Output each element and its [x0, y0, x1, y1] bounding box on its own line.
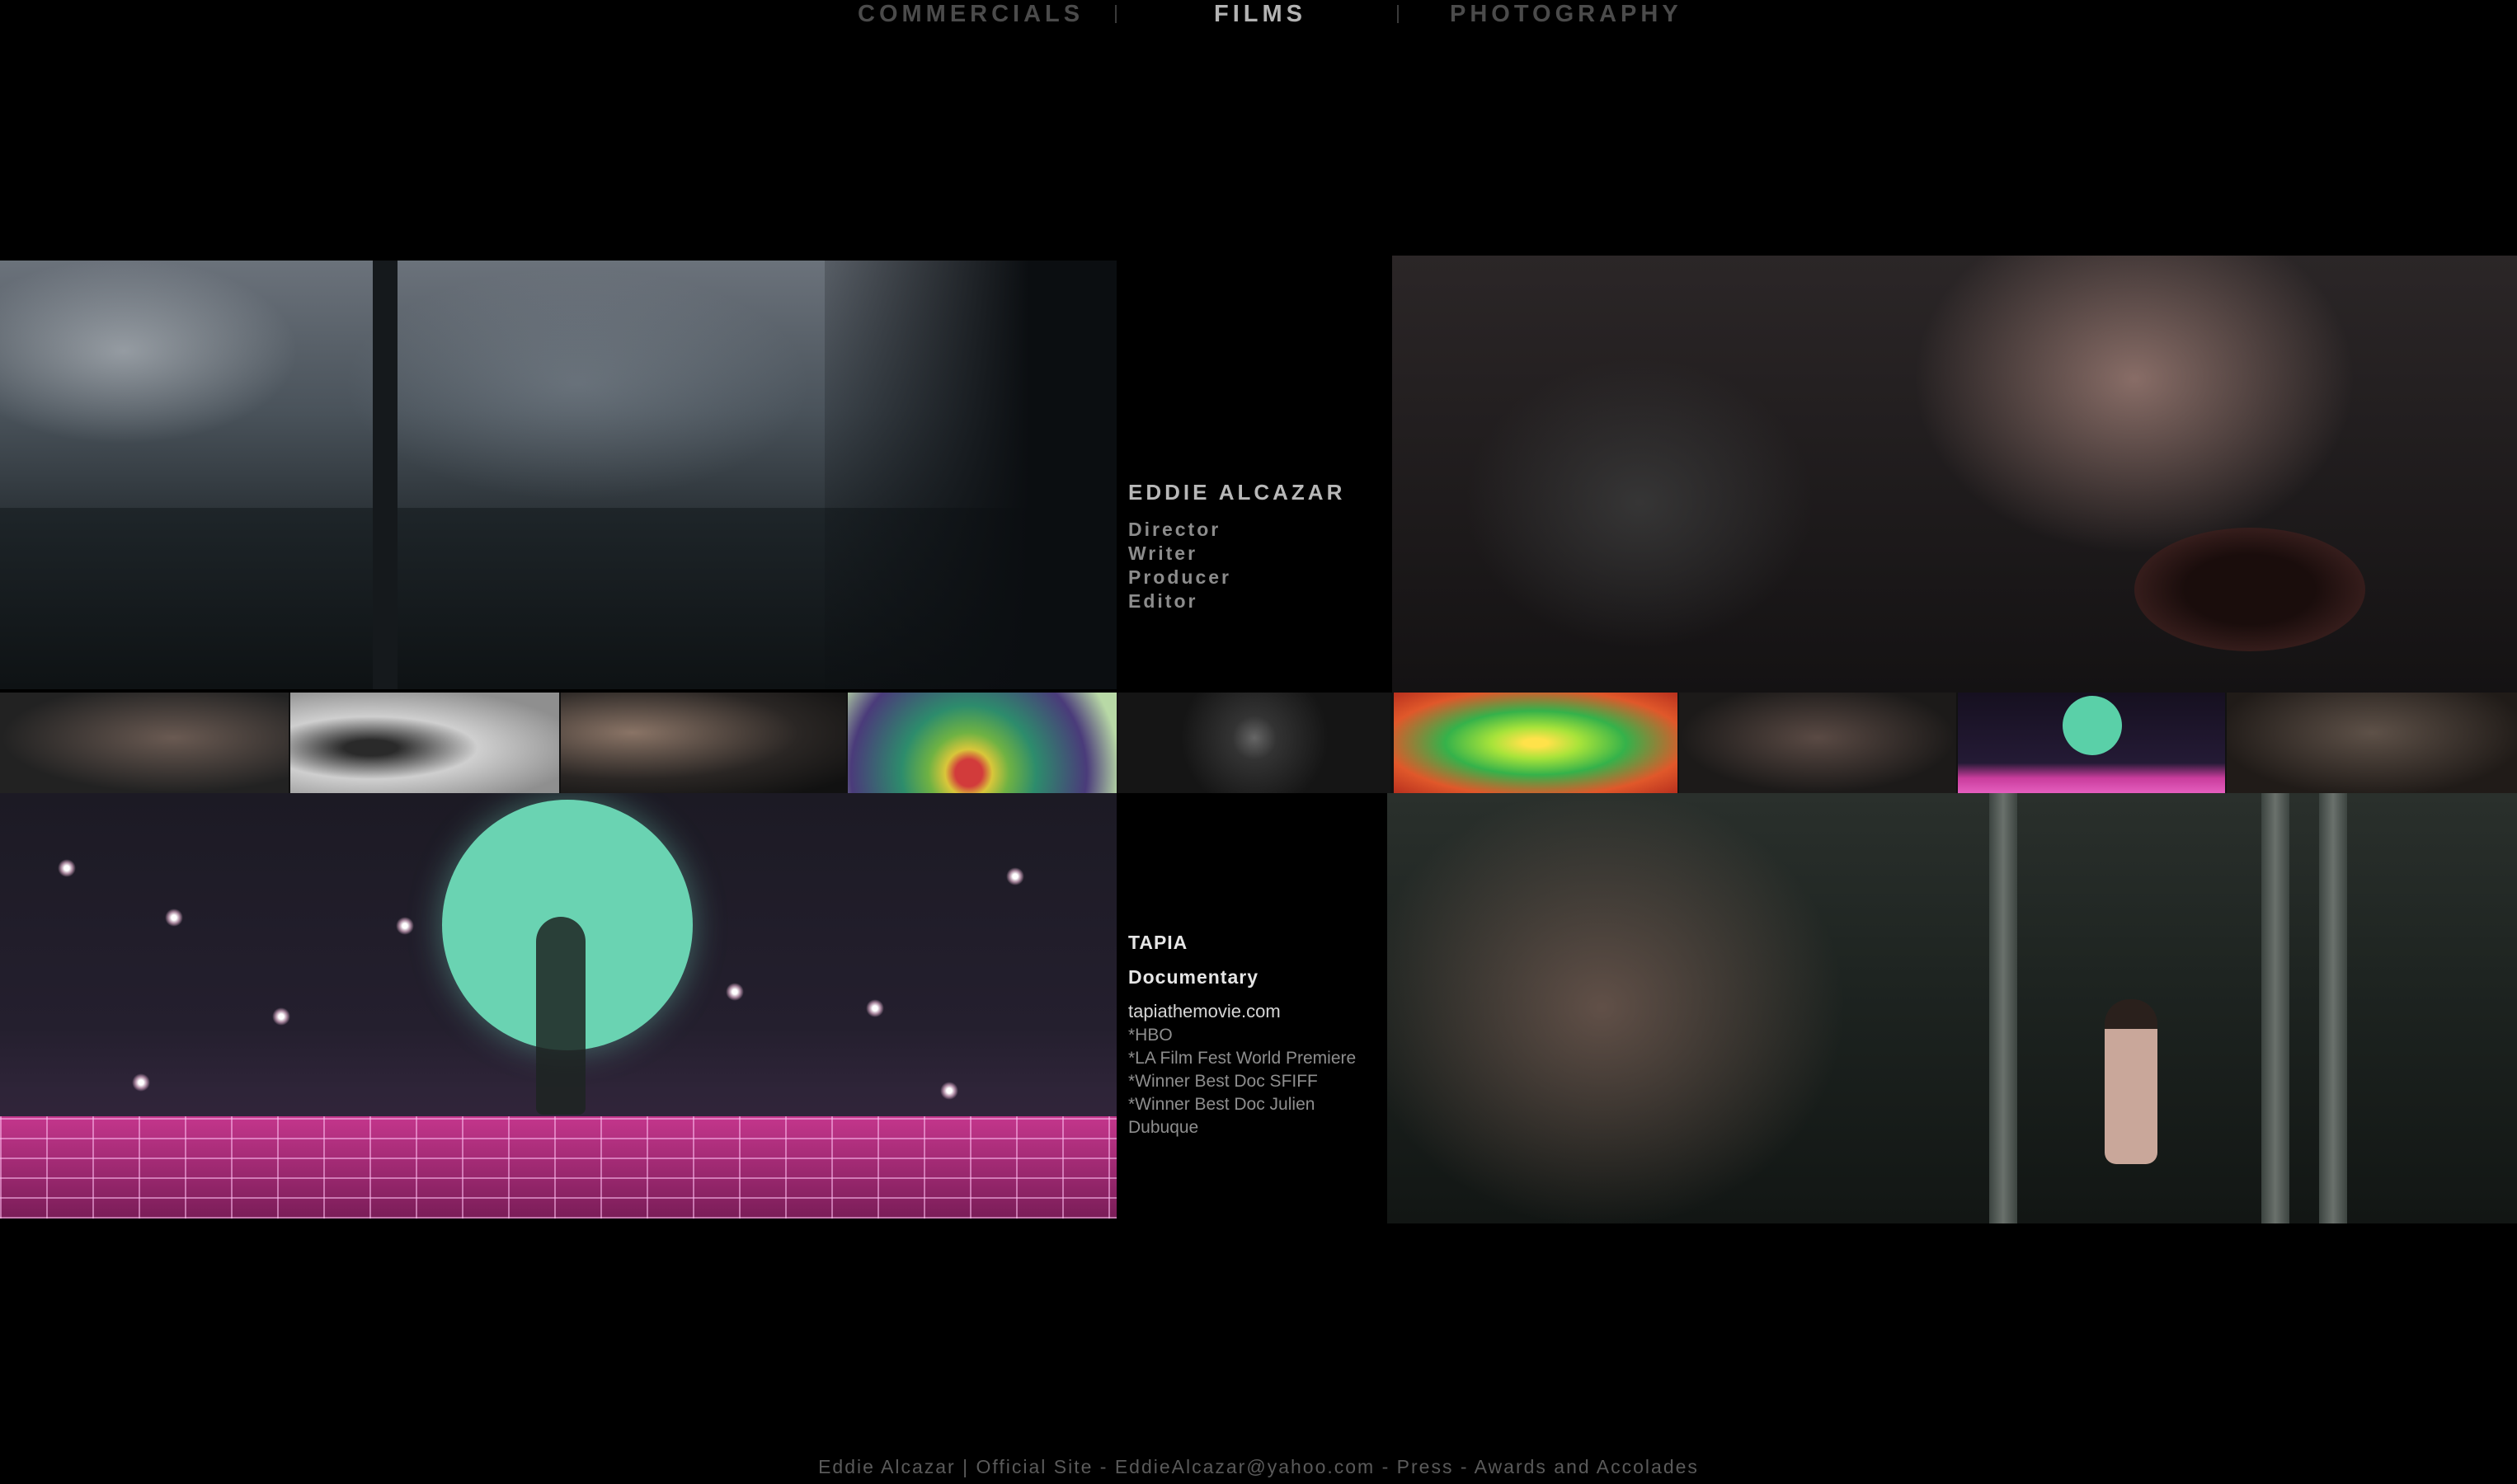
role-list: Director Writer Producer Editor [1128, 518, 1231, 613]
star [272, 1007, 290, 1026]
film-note: *Winner Best Doc Julien Dubuque [1128, 1095, 1315, 1137]
role-item: Editor [1128, 590, 1198, 612]
star [396, 917, 414, 935]
thumbnail-6[interactable] [1394, 693, 1677, 793]
film-website-link[interactable]: tapiathemovie.com [1128, 1001, 1281, 1022]
thumbnail-2[interactable] [290, 693, 559, 793]
thumbnail-8[interactable] [1958, 693, 2225, 793]
thumbnail-strip [0, 693, 2517, 793]
shadow-shape [825, 261, 1117, 689]
bamboo-shape [2261, 793, 2289, 1223]
nav-separator [1115, 5, 1117, 23]
role-item: Producer [1128, 566, 1231, 588]
footer-site-title: Eddie Alcazar | Official Site [818, 1456, 1094, 1477]
nav-films[interactable]: FILMS [1214, 0, 1306, 28]
star [132, 1073, 150, 1092]
role-item: Director [1128, 519, 1221, 540]
footer-awards-link[interactable]: Awards and Accolades [1475, 1456, 1699, 1477]
thumbnail-7[interactable] [1679, 693, 1956, 793]
star [165, 909, 183, 927]
figure-shape [536, 917, 586, 1115]
star [726, 983, 744, 1001]
frame-post-shape [373, 261, 398, 689]
thumbnail-3[interactable] [561, 693, 846, 793]
film-still-mountain[interactable] [0, 261, 1117, 689]
nav-separator [1397, 5, 1399, 23]
film-note: *HBO [1128, 1026, 1173, 1045]
nav-photography[interactable]: PHOTOGRAPHY [1450, 0, 1682, 28]
film-title: TAPIA [1128, 932, 1188, 953]
star [866, 999, 884, 1017]
mouth-shape [2134, 528, 2365, 651]
role-item: Writer [1128, 542, 1198, 564]
figure-shape [2105, 999, 2157, 1164]
footer-separator: - [1375, 1456, 1397, 1477]
thumbnail-1[interactable] [0, 693, 289, 793]
film-note: *Winner Best Doc SFIFF [1128, 1072, 1318, 1091]
star [1006, 867, 1024, 885]
star [58, 859, 76, 877]
director-name: EDDIE ALCAZAR [1128, 480, 1346, 505]
star [940, 1082, 958, 1100]
thumbnail-4[interactable] [848, 693, 1117, 793]
thumbnail-9[interactable] [2227, 693, 2517, 793]
footer-email-link[interactable]: EddieAlcazar@yahoo.com [1115, 1456, 1375, 1477]
film-note: *LA Film Fest World Premiere [1128, 1049, 1357, 1068]
film-still-synthwave[interactable] [0, 793, 1117, 1219]
nav-commercials[interactable]: COMMERCIALS [858, 0, 1084, 28]
neon-grid-shape [0, 1116, 1117, 1219]
footer-separator: - [1093, 1456, 1115, 1477]
footer-separator: - [1453, 1456, 1475, 1477]
footer-press-link[interactable]: Press [1397, 1456, 1454, 1477]
top-nav: COMMERCIALS FILMS PHOTOGRAPHY [0, 0, 2517, 33]
thumbnail-5[interactable] [1118, 693, 1390, 793]
bamboo-shape [1989, 793, 2017, 1223]
film-notes: *HBO *LA Film Fest World Premiere *Winne… [1128, 1024, 1376, 1139]
film-still-jungle[interactable] [1387, 793, 2517, 1223]
footer: Eddie Alcazar | Official Site - EddieAlc… [0, 1456, 2517, 1478]
film-still-face[interactable] [1392, 256, 2517, 693]
moon-shape [2063, 696, 2122, 755]
film-type: Documentary [1128, 966, 1258, 988]
bamboo-shape [2319, 793, 2347, 1223]
